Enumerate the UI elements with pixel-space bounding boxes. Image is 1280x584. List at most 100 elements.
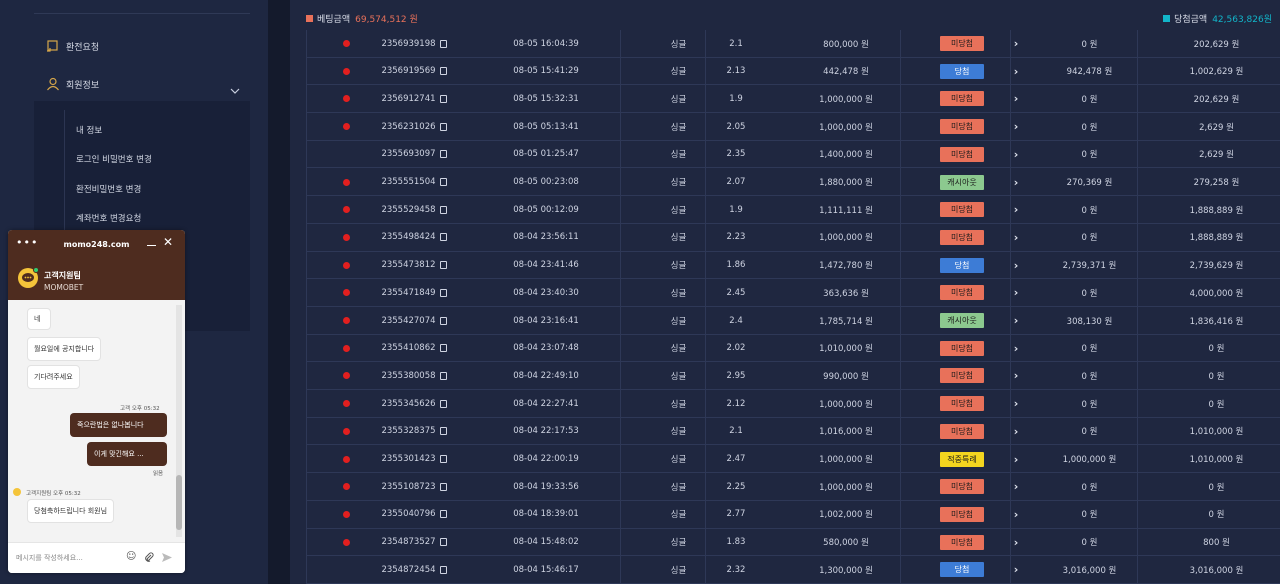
submenu-item-exchange-password[interactable]: 환전비밀번호 변경 — [76, 183, 141, 195]
copy-icon[interactable] — [439, 67, 447, 76]
detail-cell: › — [1006, 58, 1026, 85]
table-row[interactable]: 2355551504 08-05 00:23:08 싱글 2.07 1,880,000 … — [306, 169, 1280, 197]
chevron-right-icon[interactable]: › — [1014, 120, 1019, 133]
chevron-right-icon[interactable]: › — [1014, 536, 1019, 549]
status-dot-cell — [326, 30, 366, 57]
chat-messages[interactable]: 네 월요일에 공지합니다 기다려주세요 고객 오후 05:32 죽으란법은 없나… — [8, 300, 185, 542]
status-dot-cell — [326, 418, 366, 445]
copy-icon[interactable] — [439, 39, 447, 48]
result-cell: 미당첨 — [922, 196, 1002, 223]
chevron-right-icon[interactable]: › — [1014, 314, 1019, 327]
table-row[interactable]: 2354873527 08-04 15:48:02 싱글 1.83 580,000 원미… — [306, 529, 1280, 557]
copy-icon[interactable] — [439, 399, 447, 408]
copy-icon[interactable] — [439, 122, 447, 131]
submenu-item-login-password[interactable]: 로그인 비밀번호 변경 — [76, 153, 152, 165]
copy-icon[interactable] — [439, 344, 447, 353]
status-badge: 미당첨 — [940, 91, 984, 107]
copy-icon[interactable] — [439, 261, 447, 270]
copy-icon[interactable] — [439, 510, 447, 519]
message-input[interactable]: 메시지를 작성하세요... — [16, 553, 83, 563]
bal-cell: 3,016,000 원 — [1189, 565, 1244, 576]
copy-icon[interactable] — [439, 316, 447, 325]
table-row[interactable]: 2355473812 08-04 23:41:46 싱글 1.86 1,472,780 … — [306, 252, 1280, 280]
copy-icon[interactable] — [439, 482, 447, 491]
red-dot-icon — [342, 95, 350, 103]
copy-icon[interactable] — [439, 371, 447, 380]
copy-icon[interactable] — [439, 565, 447, 574]
copy-icon[interactable] — [439, 538, 447, 547]
emoji-icon[interactable]: ☺ — [126, 552, 136, 562]
close-icon[interactable]: ✕ — [163, 236, 173, 248]
status-badge: 캐시아웃 — [940, 174, 984, 190]
table-row[interactable]: 2355108723 08-04 19:33:56 싱글 2.25 1,000,000 … — [306, 473, 1280, 501]
chat-widget: ••• momo248.com ✕ 고객지원팀 MOMOBET 네 월요일에 공… — [8, 230, 185, 573]
table-row[interactable]: 2355328375 08-04 22:17:53 싱글 2.1 1,016,000 원… — [306, 418, 1280, 446]
chevron-down-icon[interactable] — [230, 80, 240, 99]
table-row[interactable]: 2354872454 08-04 15:46:17 싱글 2.32 1,300,000 … — [306, 556, 1280, 584]
chevron-right-icon[interactable]: › — [1014, 480, 1019, 493]
table-row[interactable]: 2356231026 08-05 05:13:41 싱글 2.05 1,000,000 … — [306, 113, 1280, 141]
sidebar-item-exchange[interactable]: 환전요청 — [44, 37, 99, 55]
red-dot-icon — [342, 344, 350, 352]
minimize-icon[interactable] — [147, 238, 156, 246]
odds-cell: 2.95 — [726, 370, 746, 381]
bet-id-cell: 2355551504 — [366, 169, 462, 196]
table-row[interactable]: 2355380058 08-04 22:49:10 싱글 2.95 990,000 원미… — [306, 362, 1280, 391]
copy-icon[interactable] — [439, 94, 447, 103]
red-dot-icon — [342, 40, 350, 47]
chevron-right-icon[interactable]: › — [1014, 453, 1019, 466]
table-row[interactable]: 2355040796 08-04 18:39:01 싱글 2.77 1,002,000 … — [306, 501, 1280, 529]
chevron-right-icon[interactable]: › — [1014, 397, 1019, 410]
chevron-right-icon[interactable]: › — [1014, 563, 1019, 576]
table-row[interactable]: 2355693097 08-05 01:25:47 싱글 2.35 1,400,000 … — [306, 141, 1280, 169]
table-row[interactable]: 2355498424 08-04 23:56:11 싱글 2.23 1,000,000 … — [306, 224, 1280, 252]
chevron-right-icon[interactable]: › — [1014, 259, 1019, 272]
status-dot-cell — [326, 224, 366, 251]
table-row[interactable]: 2355345626 08-04 22:27:41 싱글 2.12 1,000,000 … — [306, 390, 1280, 418]
chevron-right-icon[interactable]: › — [1014, 425, 1019, 438]
agent-message: 기다려주세요 — [27, 365, 80, 389]
table-row[interactable]: 2355410862 08-04 23:07:48 싱글 2.02 1,010,000 … — [306, 335, 1280, 363]
status-dot-cell — [326, 141, 366, 168]
attach-icon[interactable] — [144, 552, 154, 566]
submenu-item-my-info[interactable]: 내 정보 — [76, 124, 102, 136]
copy-icon[interactable] — [439, 150, 447, 159]
chevron-right-icon[interactable]: › — [1014, 342, 1019, 355]
detail-cell: › — [1006, 501, 1026, 528]
copy-icon[interactable] — [439, 288, 447, 297]
table-row[interactable]: 2356912741 08-05 15:32:31 싱글 1.9 1,000,000 원… — [306, 85, 1280, 114]
result-cell: 캐시아웃 — [922, 307, 1002, 334]
chevron-right-icon[interactable]: › — [1014, 65, 1019, 78]
copy-icon[interactable] — [439, 455, 447, 463]
table-row[interactable]: 2355471849 08-04 23:40:30 싱글 2.45 363,636 원미… — [306, 279, 1280, 307]
chevron-right-icon[interactable]: › — [1014, 508, 1019, 521]
bet-cell: 363,636 원 — [823, 288, 869, 299]
send-icon[interactable] — [161, 552, 173, 566]
copy-icon[interactable] — [439, 233, 447, 242]
chevron-right-icon[interactable]: › — [1014, 369, 1019, 382]
status-badge: 당첨 — [940, 63, 984, 79]
chevron-right-icon[interactable]: › — [1014, 148, 1019, 161]
time-cell: 08-04 22:17:53 — [513, 426, 579, 437]
chevron-right-icon[interactable]: › — [1014, 92, 1019, 105]
table-row[interactable]: 2355427074 08-04 23:16:41 싱글 2.4 1,785,714 원… — [306, 307, 1280, 335]
chevron-right-icon[interactable]: › — [1014, 203, 1019, 216]
win-cell: 270,369 원 — [1066, 178, 1113, 188]
copy-icon[interactable] — [439, 427, 447, 436]
chevron-right-icon[interactable]: › — [1014, 176, 1019, 189]
result-cell: 캐시아웃 — [922, 169, 1002, 196]
bet-cell: 1,000,000 원 — [819, 455, 873, 465]
chevron-right-icon[interactable]: › — [1014, 231, 1019, 244]
copy-icon[interactable] — [439, 178, 447, 186]
chevron-right-icon[interactable]: › — [1014, 37, 1019, 50]
chevron-right-icon[interactable]: › — [1014, 286, 1019, 299]
table-row[interactable]: 2355301423 08-04 22:00:19 싱글 2.47 1,000,000 … — [306, 446, 1280, 474]
sidebar-item-member-info[interactable]: 회원정보 — [44, 75, 99, 93]
table-row[interactable]: 2356919569 08-05 15:41:29 싱글 2.13 442,478 원당… — [306, 58, 1280, 86]
odds-cell: 1.9 — [729, 93, 743, 104]
table-row[interactable]: 2355529458 08-05 00:12:09 싱글 1.9 1,111,111 원… — [306, 196, 1280, 224]
table-row[interactable]: 2356939198 08-05 16:04:39 싱글 2.1 800,000 원 미당… — [306, 30, 1280, 58]
chat-scroll-thumb[interactable] — [176, 475, 182, 530]
copy-icon[interactable] — [439, 205, 447, 214]
submenu-item-account-change[interactable]: 계좌번호 변경요청 — [76, 212, 141, 224]
